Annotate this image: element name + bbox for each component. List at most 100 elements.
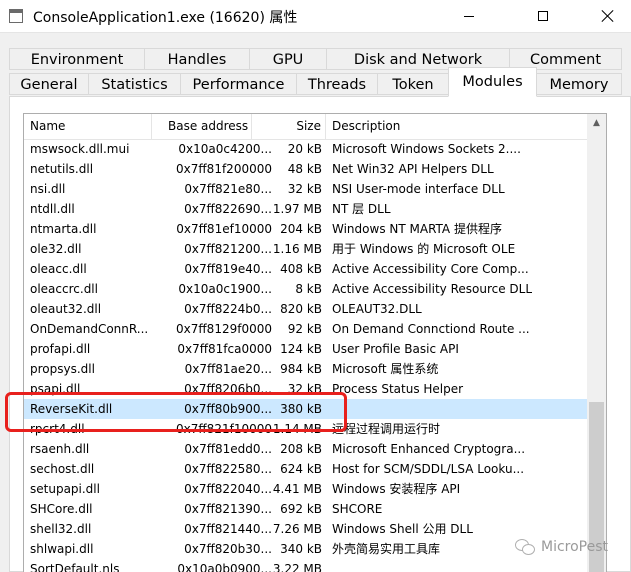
row-name: profapi.dll <box>30 342 91 356</box>
watermark: MicroPest <box>515 537 608 557</box>
table-row[interactable]: propsys.dll 0x7ff81ae20... 984 kB Microsoft… <box>24 359 588 379</box>
row-base-address: 0x7ff821390... <box>184 502 272 516</box>
row-name: shlwapi.dll <box>30 542 94 556</box>
row-description: On Demand Connctiond Route ... <box>332 322 530 336</box>
tab-handles[interactable]: Handles <box>144 48 250 70</box>
row-description: 远程过程调用运行时 <box>332 422 441 436</box>
wechat-icon <box>515 539 535 555</box>
table-row[interactable]: setupapi.dll 0x7ff822040... 4.41 MB Windows… <box>24 479 588 499</box>
row-description: Windows 安装程序 API <box>332 482 461 496</box>
row-size: 92 kB <box>287 322 322 336</box>
row-name: OnDemandConnR... <box>30 322 149 336</box>
row-name: shell32.dll <box>30 522 92 536</box>
table-row[interactable]: SHCore.dll 0x7ff821390... 692 kB SHCORE <box>24 499 588 519</box>
row-description: SHCORE <box>332 502 383 516</box>
row-description <box>332 399 588 419</box>
tab-performance[interactable]: Performance <box>180 73 297 95</box>
row-name: ntmarta.dll <box>30 222 97 236</box>
table-row[interactable]: ntmarta.dll 0x7ff81ef10000 204 kB Windows N… <box>24 219 588 239</box>
row-base-address: 0x7ff8129f0000 <box>176 322 272 336</box>
minimize-button[interactable] <box>446 0 492 32</box>
row-base-address: 0x10a0c1900... <box>178 282 272 296</box>
row-size: 32 kB <box>287 182 322 196</box>
row-size: 4.41 MB <box>272 482 322 496</box>
table-row[interactable]: OnDemandConnR... 0x7ff8129f0000 92 kB On De… <box>24 319 588 339</box>
tab-modules[interactable]: Modules <box>448 67 537 97</box>
row-description: NT 层 DLL <box>332 202 391 216</box>
table-row[interactable]: profapi.dll 0x7ff81fca0000 124 kB User Prof… <box>24 339 588 359</box>
watermark-text: MicroPest <box>541 539 609 555</box>
row-name: ntdll.dll <box>30 202 75 216</box>
row-description: Windows NT MARTA 提供程序 <box>332 222 502 236</box>
tab-general[interactable]: General <box>9 73 89 95</box>
table-row[interactable]: shlwapi.dll 0x7ff820b30... 340 kB 外壳简易实用工具库 <box>24 539 588 559</box>
row-description: OLEAUT32.DLL <box>332 302 422 316</box>
maximize-button[interactable] <box>520 0 566 32</box>
vertical-scrollbar[interactable]: ▲ <box>587 114 606 572</box>
row-description: User Profile Basic API <box>332 342 459 356</box>
row-size: 408 kB <box>280 262 322 276</box>
column-header-size[interactable]: Size <box>252 114 326 139</box>
table-row[interactable]: SortDefault.nls 0x10a0b0900... 3.22 MB <box>24 559 588 572</box>
row-base-address: 0x7ff8224b0... <box>184 302 272 316</box>
row-size: 8 kB <box>295 282 322 296</box>
row-base-address: 0x7ff822040... <box>184 482 272 496</box>
row-base-address: 0x7ff81fca0000 <box>177 342 272 356</box>
table-row[interactable]: mswsock.dll.mui 0x10a0c4200... 20 kB Micros… <box>24 139 588 159</box>
row-name: oleacc.dll <box>30 262 87 276</box>
table-row[interactable]: ntdll.dll 0x7ff822690... 1.97 MB NT 层 DLL <box>24 199 588 219</box>
row-base-address: 0x10a0b0900... <box>177 562 272 572</box>
row-name: setupapi.dll <box>30 482 100 496</box>
row-size: 208 kB <box>280 442 322 456</box>
row-name: propsys.dll <box>30 362 95 376</box>
row-base-address: 0x7ff821e80... <box>184 182 272 196</box>
row-base-address: 0x7ff822580... <box>184 462 272 476</box>
column-header-base-address[interactable]: Base address <box>152 114 252 139</box>
scroll-up-icon[interactable]: ▲ <box>587 114 606 131</box>
row-name: ole32.dll <box>30 242 82 256</box>
row-size: 340 kB <box>280 542 322 556</box>
annotation-highlight-box <box>5 392 347 432</box>
row-size: 204 kB <box>280 222 322 236</box>
row-name: SortDefault.nls <box>30 562 120 572</box>
row-base-address: 0x7ff81ae20... <box>184 362 272 376</box>
row-description <box>332 559 588 572</box>
tab-token[interactable]: Token <box>377 73 449 95</box>
modules-list[interactable]: Name Base address Size Description mswso… <box>23 113 607 572</box>
row-size: 7.26 MB <box>272 522 322 536</box>
row-size: 692 kB <box>280 502 322 516</box>
row-name: sechost.dll <box>30 462 95 476</box>
row-description: Microsoft 属性系统 <box>332 362 439 376</box>
tab-gpu[interactable]: GPU <box>249 48 327 70</box>
row-size: 624 kB <box>280 462 322 476</box>
table-row[interactable]: nsi.dll 0x7ff821e80... 32 kB NSI User-mode … <box>24 179 588 199</box>
minimize-icon <box>464 15 474 17</box>
row-base-address: 0x7ff81f200000 <box>176 162 272 176</box>
tab-statistics[interactable]: Statistics <box>88 73 181 95</box>
table-row[interactable]: shell32.dll 0x7ff821440... 7.26 MB Windows … <box>24 519 588 539</box>
table-row[interactable]: rsaenh.dll 0x7ff81edd0... 208 kB Microsoft … <box>24 439 588 459</box>
table-row[interactable]: netutils.dll 0x7ff81f200000 48 kB Net Win32… <box>24 159 588 179</box>
row-name: netutils.dll <box>30 162 94 176</box>
window-title: ConsoleApplication1.exe (16620) 属性 <box>33 10 298 26</box>
column-header-description[interactable]: Description <box>326 114 588 139</box>
tab-environment[interactable]: Environment <box>9 48 145 70</box>
table-row[interactable]: oleacc.dll 0x7ff819e40... 408 kB Active Acc… <box>24 259 588 279</box>
table-row[interactable]: sechost.dll 0x7ff822580... 624 kB Host for … <box>24 459 588 479</box>
tab-threads[interactable]: Threads <box>296 73 378 95</box>
tab-memory[interactable]: Memory <box>536 73 622 95</box>
row-base-address: 0x10a0c4200... <box>178 142 272 156</box>
row-name: nsi.dll <box>30 182 66 196</box>
table-row[interactable]: oleaut32.dll 0x7ff8224b0... 820 kB OLEAUT32… <box>24 299 588 319</box>
row-size: 1.97 MB <box>272 202 322 216</box>
close-button[interactable] <box>585 0 631 32</box>
row-size: 20 kB <box>287 142 322 156</box>
column-header-name[interactable]: Name <box>24 114 152 139</box>
row-description: Windows Shell 公用 DLL <box>332 522 473 536</box>
row-description: Host for SCM/SDDL/LSA Looku... <box>332 462 525 476</box>
table-row[interactable]: ole32.dll 0x7ff821200... 1.16 MB 用于 Windows… <box>24 239 588 259</box>
row-size: 820 kB <box>280 302 322 316</box>
table-row[interactable]: oleaccrc.dll 0x10a0c1900... 8 kB Active Acc… <box>24 279 588 299</box>
row-base-address: 0x7ff81ef10000 <box>176 222 272 236</box>
row-description: Microsoft Enhanced Cryptogra... <box>332 442 526 456</box>
